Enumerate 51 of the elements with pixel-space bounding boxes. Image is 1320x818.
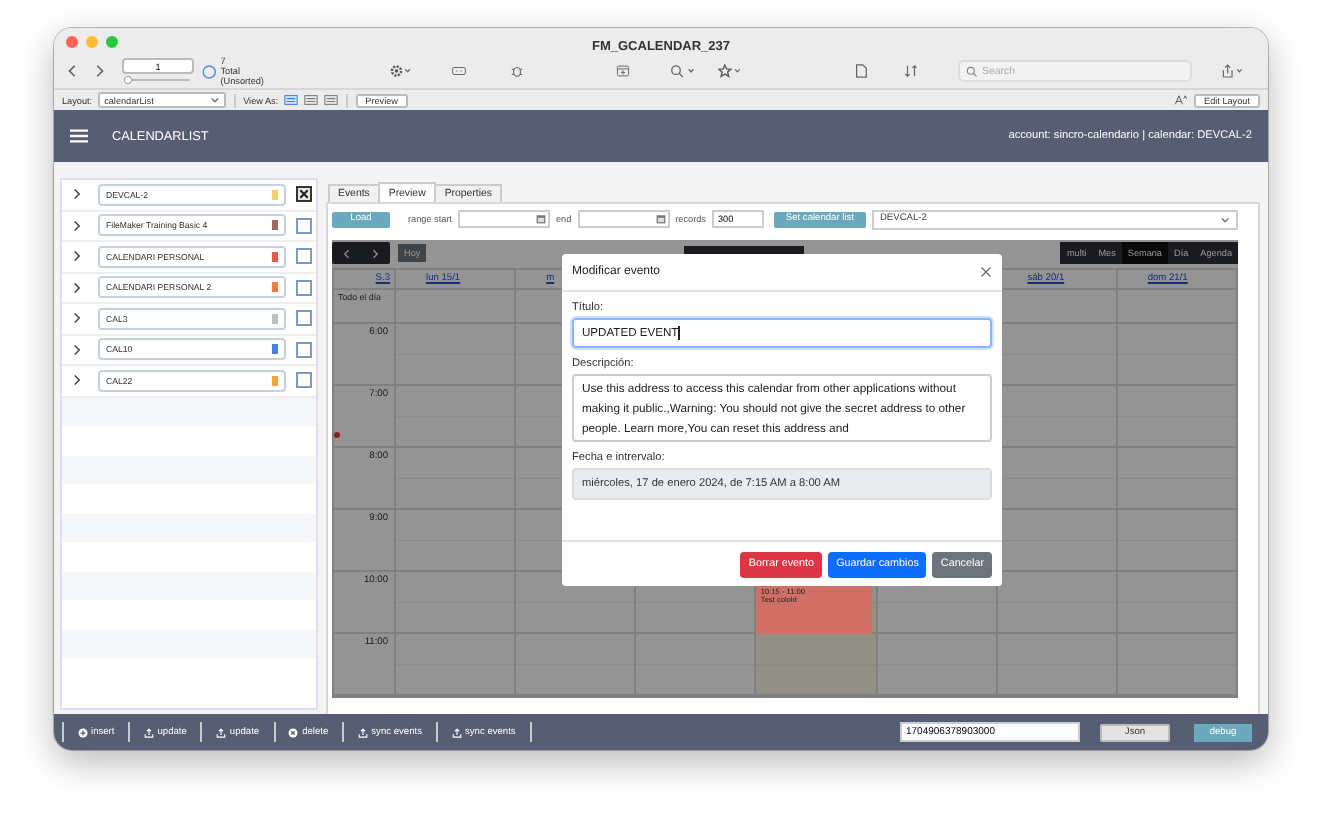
sort-icon[interactable]: [904, 64, 919, 78]
close-icon[interactable]: [980, 266, 992, 278]
calendar-icon[interactable]: [535, 214, 546, 224]
calendar-checkbox[interactable]: [296, 372, 312, 389]
slider-thumb[interactable]: [123, 76, 133, 84]
card-icon[interactable]: [452, 64, 467, 78]
upload-icon: [143, 727, 154, 737]
upload-icon: [451, 727, 461, 737]
list-view-icon[interactable]: [304, 94, 319, 106]
calendar-checkbox[interactable]: [296, 217, 312, 234]
chevron-right-icon[interactable]: [72, 343, 82, 356]
chevron-right-icon[interactable]: [72, 219, 82, 232]
calendar-icon[interactable]: [655, 214, 666, 224]
forward-icon[interactable]: [92, 64, 106, 78]
chevron-right-icon[interactable]: [72, 250, 82, 263]
bug-icon[interactable]: [510, 64, 525, 78]
record-slider[interactable]: [122, 76, 190, 84]
calendar-checkbox[interactable]: [296, 186, 312, 203]
document-icon[interactable]: [854, 64, 869, 78]
chevron-right-icon[interactable]: [72, 281, 82, 294]
chevron-left-icon[interactable]: [341, 247, 352, 259]
upload-icon: [357, 727, 368, 737]
gear-icon[interactable]: [388, 64, 413, 78]
new-window-icon[interactable]: [616, 64, 631, 78]
range-start-field[interactable]: [457, 210, 550, 228]
calendar-checkbox[interactable]: [296, 310, 312, 327]
plus-circle-icon: [77, 727, 87, 737]
back-icon[interactable]: [66, 64, 80, 78]
zoom-window-icon[interactable]: [106, 36, 118, 48]
caret-icon: [1220, 215, 1230, 223]
caret-icon: [210, 96, 221, 104]
current-time-marker: [334, 432, 340, 438]
search-icon: [966, 65, 979, 77]
close-window-icon[interactable]: [66, 36, 78, 48]
text-size-icon[interactable]: [1174, 94, 1188, 106]
menu-icon[interactable]: [70, 128, 88, 144]
star-icon[interactable]: [718, 64, 743, 78]
chevron-right-icon[interactable]: [72, 188, 82, 201]
x-circle-icon: [288, 727, 299, 737]
end-date-field[interactable]: [577, 210, 670, 228]
chevron-right-icon[interactable]: [72, 312, 82, 325]
form-view-icon[interactable]: [284, 94, 299, 106]
upload-icon: [215, 727, 226, 737]
prev-next-buttons[interactable]: [332, 242, 390, 264]
share-icon[interactable]: [1220, 64, 1244, 78]
calendar-checkbox[interactable]: [296, 279, 312, 296]
calendar-checkbox[interactable]: [296, 341, 312, 358]
chevron-right-icon[interactable]: [72, 374, 82, 387]
search-icon[interactable]: [670, 64, 695, 78]
calendar-checkbox[interactable]: [296, 248, 312, 265]
table-view-icon[interactable]: [324, 94, 339, 106]
